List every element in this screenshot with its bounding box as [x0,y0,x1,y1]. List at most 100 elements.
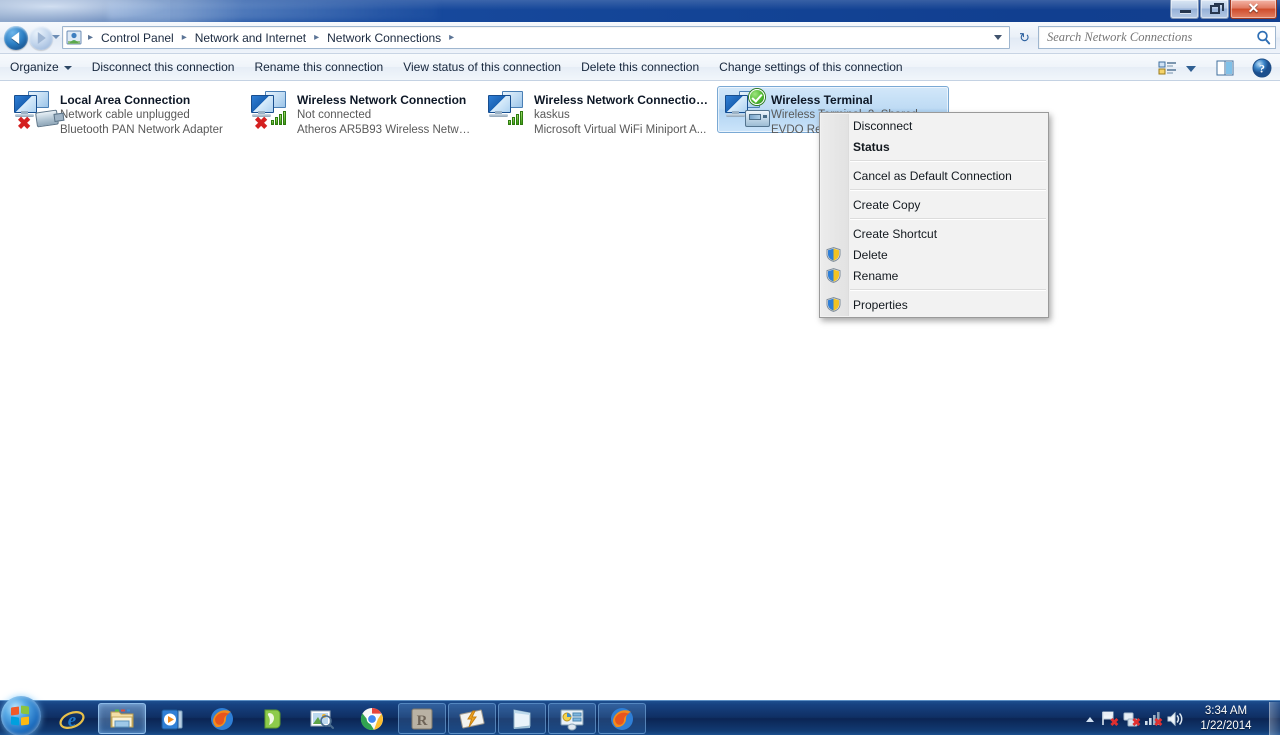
close-button[interactable]: ✕ [1230,0,1277,19]
breadcrumb-separator[interactable]: ▸ [445,32,458,43]
context-menu-separator [850,160,1046,162]
context-menu-separator [850,289,1046,291]
connection-item-wireless-network-connection-2[interactable]: Wireless Network Connection 2 kaskus Mic… [480,86,712,136]
delete-this-connection-button[interactable]: Delete this connection [572,56,708,78]
green-hand-app-icon [259,706,285,732]
chrome-icon [359,706,385,732]
show-desktop-button[interactable] [1269,702,1280,735]
organize-button[interactable]: Organize [1,56,81,78]
desktop-screen: ✕ ▸ Control Panel ▸ Network and Internet… [0,0,1280,735]
green-check-badge [749,89,765,105]
search-input[interactable] [1039,30,1253,45]
clock-date: 1/22/2014 [1200,719,1252,732]
help-button[interactable]: ? [1249,57,1275,79]
context-menu-separator [850,218,1046,220]
svg-text:e: e [68,710,77,731]
winamp-icon [459,706,485,732]
taskbar-item-winamp[interactable] [448,703,496,734]
context-menu-item-label: Delete [853,247,888,262]
context-menu-item-cancel-as-default-connection[interactable]: Cancel as Default Connection [820,165,1048,186]
taskbar-item-firefox[interactable] [198,703,246,734]
media-player-icon [159,706,185,732]
context-menu-item-delete[interactable]: Delete [820,244,1048,265]
taskbar-item-chrome[interactable] [348,703,396,734]
context-menu-item-rename[interactable]: Rename [820,265,1048,286]
context-menu-item-disconnect[interactable]: Disconnect [820,115,1048,136]
breadcrumb-item-network-connections[interactable]: Network Connections [323,29,445,47]
taskbar-item-windows-explorer[interactable] [98,703,146,734]
uac-shield-icon [826,268,841,283]
breadcrumb-item-network-and-internet[interactable]: Network and Internet [191,29,310,47]
window-controls: ✕ [1169,0,1277,20]
chevron-down-icon[interactable] [994,35,1002,40]
restore-button[interactable] [1200,0,1229,19]
taskbar-item-photo-viewer[interactable] [298,703,346,734]
recent-pages-button[interactable] [52,35,60,39]
red-x-error-badge: ✖ [17,114,32,133]
taskbar-clock[interactable]: 3:34 AM 1/22/2014 [1186,704,1266,734]
address-bar-row: ▸ Control Panel ▸ Network and Internet ▸… [0,22,1280,54]
breadcrumb-separator: ▸ [181,31,187,43]
refresh-button[interactable]: ↻ [1014,27,1035,48]
network-monitors-icon [721,89,771,133]
taskbar-item-control-panel[interactable] [548,703,596,734]
control-panel-icon [66,30,82,46]
connection-context-menu: Disconnect Status Cancel as Default Conn… [819,112,1049,318]
titlebar-sheen [0,0,1280,10]
taskbar-item-media-player[interactable] [148,703,196,734]
window-title-bar: ✕ [0,0,1280,22]
rename-this-connection-button[interactable]: Rename this connection [245,56,392,78]
connection-text: Wireless Network Connection Not connecte… [297,89,471,136]
firefox-window-icon [609,706,635,732]
connection-name: Local Area Connection [60,93,191,107]
connection-item-local-area-connection[interactable]: ✖ Local Area Connection Network cable un… [6,86,238,136]
red-x-error-badge: ✖ [254,114,269,133]
photo-viewer-icon [309,706,335,732]
context-menu-separator [850,189,1046,191]
breadcrumb-separator: ▸ [87,31,94,43]
change-view-button[interactable] [1155,57,1181,79]
context-menu-item-create-copy[interactable]: Create Copy [820,194,1048,215]
view-status-of-this-connection-button[interactable]: View status of this connection [394,56,570,78]
address-bar[interactable]: ▸ Control Panel ▸ Network and Internet ▸… [62,26,1010,49]
action-center-flag-icon[interactable]: ✖ [1098,709,1120,729]
search-box[interactable] [1038,26,1276,49]
back-button[interactable] [4,26,28,50]
taskbar-item-green-hand-app[interactable] [248,703,296,734]
connection-status: Network cable unplugged [60,109,190,121]
preview-pane-button[interactable] [1212,57,1238,79]
disconnect-this-connection-button[interactable]: Disconnect this connection [83,56,244,78]
error-x-badge: ✖ [1131,716,1141,729]
change-settings-of-this-connection-button[interactable]: Change settings of this connection [710,56,911,78]
taskbar: e R ✖ ✖ ✖ 3:34 AM 1/22/2014 [0,696,1280,735]
volume-icon[interactable] [1164,709,1186,729]
system-tray: ✖ ✖ ✖ 3:34 AM 1/22/2014 [1080,701,1280,735]
wireless-signal-icon[interactable]: ✖ [1142,709,1164,729]
context-menu-item-label: Rename [853,268,899,283]
change-view-dropdown[interactable] [1183,57,1199,79]
context-menu-item-create-shortcut[interactable]: Create Shortcut [820,223,1048,244]
context-menu-item-label: Properties [853,297,908,312]
taskbar-item-notepad[interactable] [498,703,546,734]
windows-explorer-icon [109,706,135,732]
ethernet-plug-icon [35,109,59,128]
forward-arrow-icon [37,32,46,44]
show-hidden-icons-button[interactable] [1080,709,1098,729]
uac-shield-icon [826,247,841,262]
breadcrumb-separator: ▸ [314,31,320,43]
context-menu-item-properties[interactable]: Properties [820,294,1048,315]
connection-item-wireless-network-connection[interactable]: ✖ Wireless Network Connection Not connec… [243,86,475,136]
pr-app-icon: R [409,706,435,732]
taskbar-item-pr-app[interactable]: R [398,703,446,734]
breadcrumb-item-control-panel[interactable]: Control Panel [97,29,178,47]
back-arrow-icon [11,32,20,44]
forward-button[interactable] [29,26,53,50]
taskbar-item-firefox-window[interactable] [598,703,646,734]
start-button[interactable] [1,696,41,735]
control-panel-icon [559,706,585,732]
error-x-badge: ✖ [1109,716,1119,729]
taskbar-item-internet-explorer[interactable]: e [48,703,96,734]
network-error-icon[interactable]: ✖ [1120,709,1142,729]
context-menu-item-status[interactable]: Status [820,136,1048,157]
minimize-button[interactable] [1170,0,1199,19]
